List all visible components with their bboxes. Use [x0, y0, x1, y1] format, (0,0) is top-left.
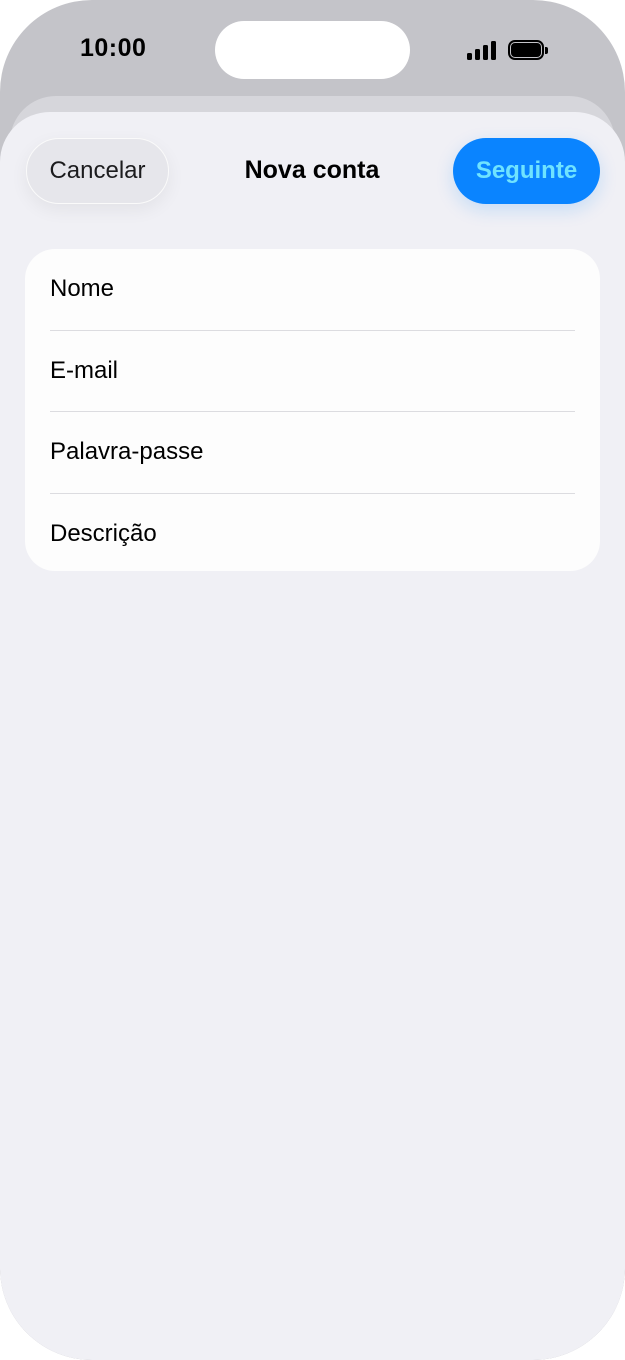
- name-field[interactable]: [50, 275, 575, 304]
- dynamic-island: [215, 21, 410, 79]
- cancel-button[interactable]: Cancelar: [26, 138, 169, 204]
- cellular-signal-icon: [467, 41, 497, 60]
- email-field[interactable]: [50, 356, 575, 385]
- description-row: [50, 494, 575, 572]
- email-row: [50, 331, 575, 412]
- next-button[interactable]: Seguinte: [453, 138, 600, 204]
- description-field[interactable]: [50, 519, 575, 548]
- phone-screen: 10:00 Cancelar Nova conta Seguinte: [0, 0, 625, 1360]
- account-form: [25, 249, 600, 571]
- password-field[interactable]: [50, 438, 575, 467]
- battery-icon: [508, 40, 550, 60]
- page-title: Nova conta: [244, 156, 380, 184]
- new-account-sheet: Cancelar Nova conta Seguinte: [0, 112, 625, 1360]
- status-time: 10:00: [80, 34, 147, 62]
- password-row: [50, 412, 575, 494]
- name-row: [50, 249, 575, 331]
